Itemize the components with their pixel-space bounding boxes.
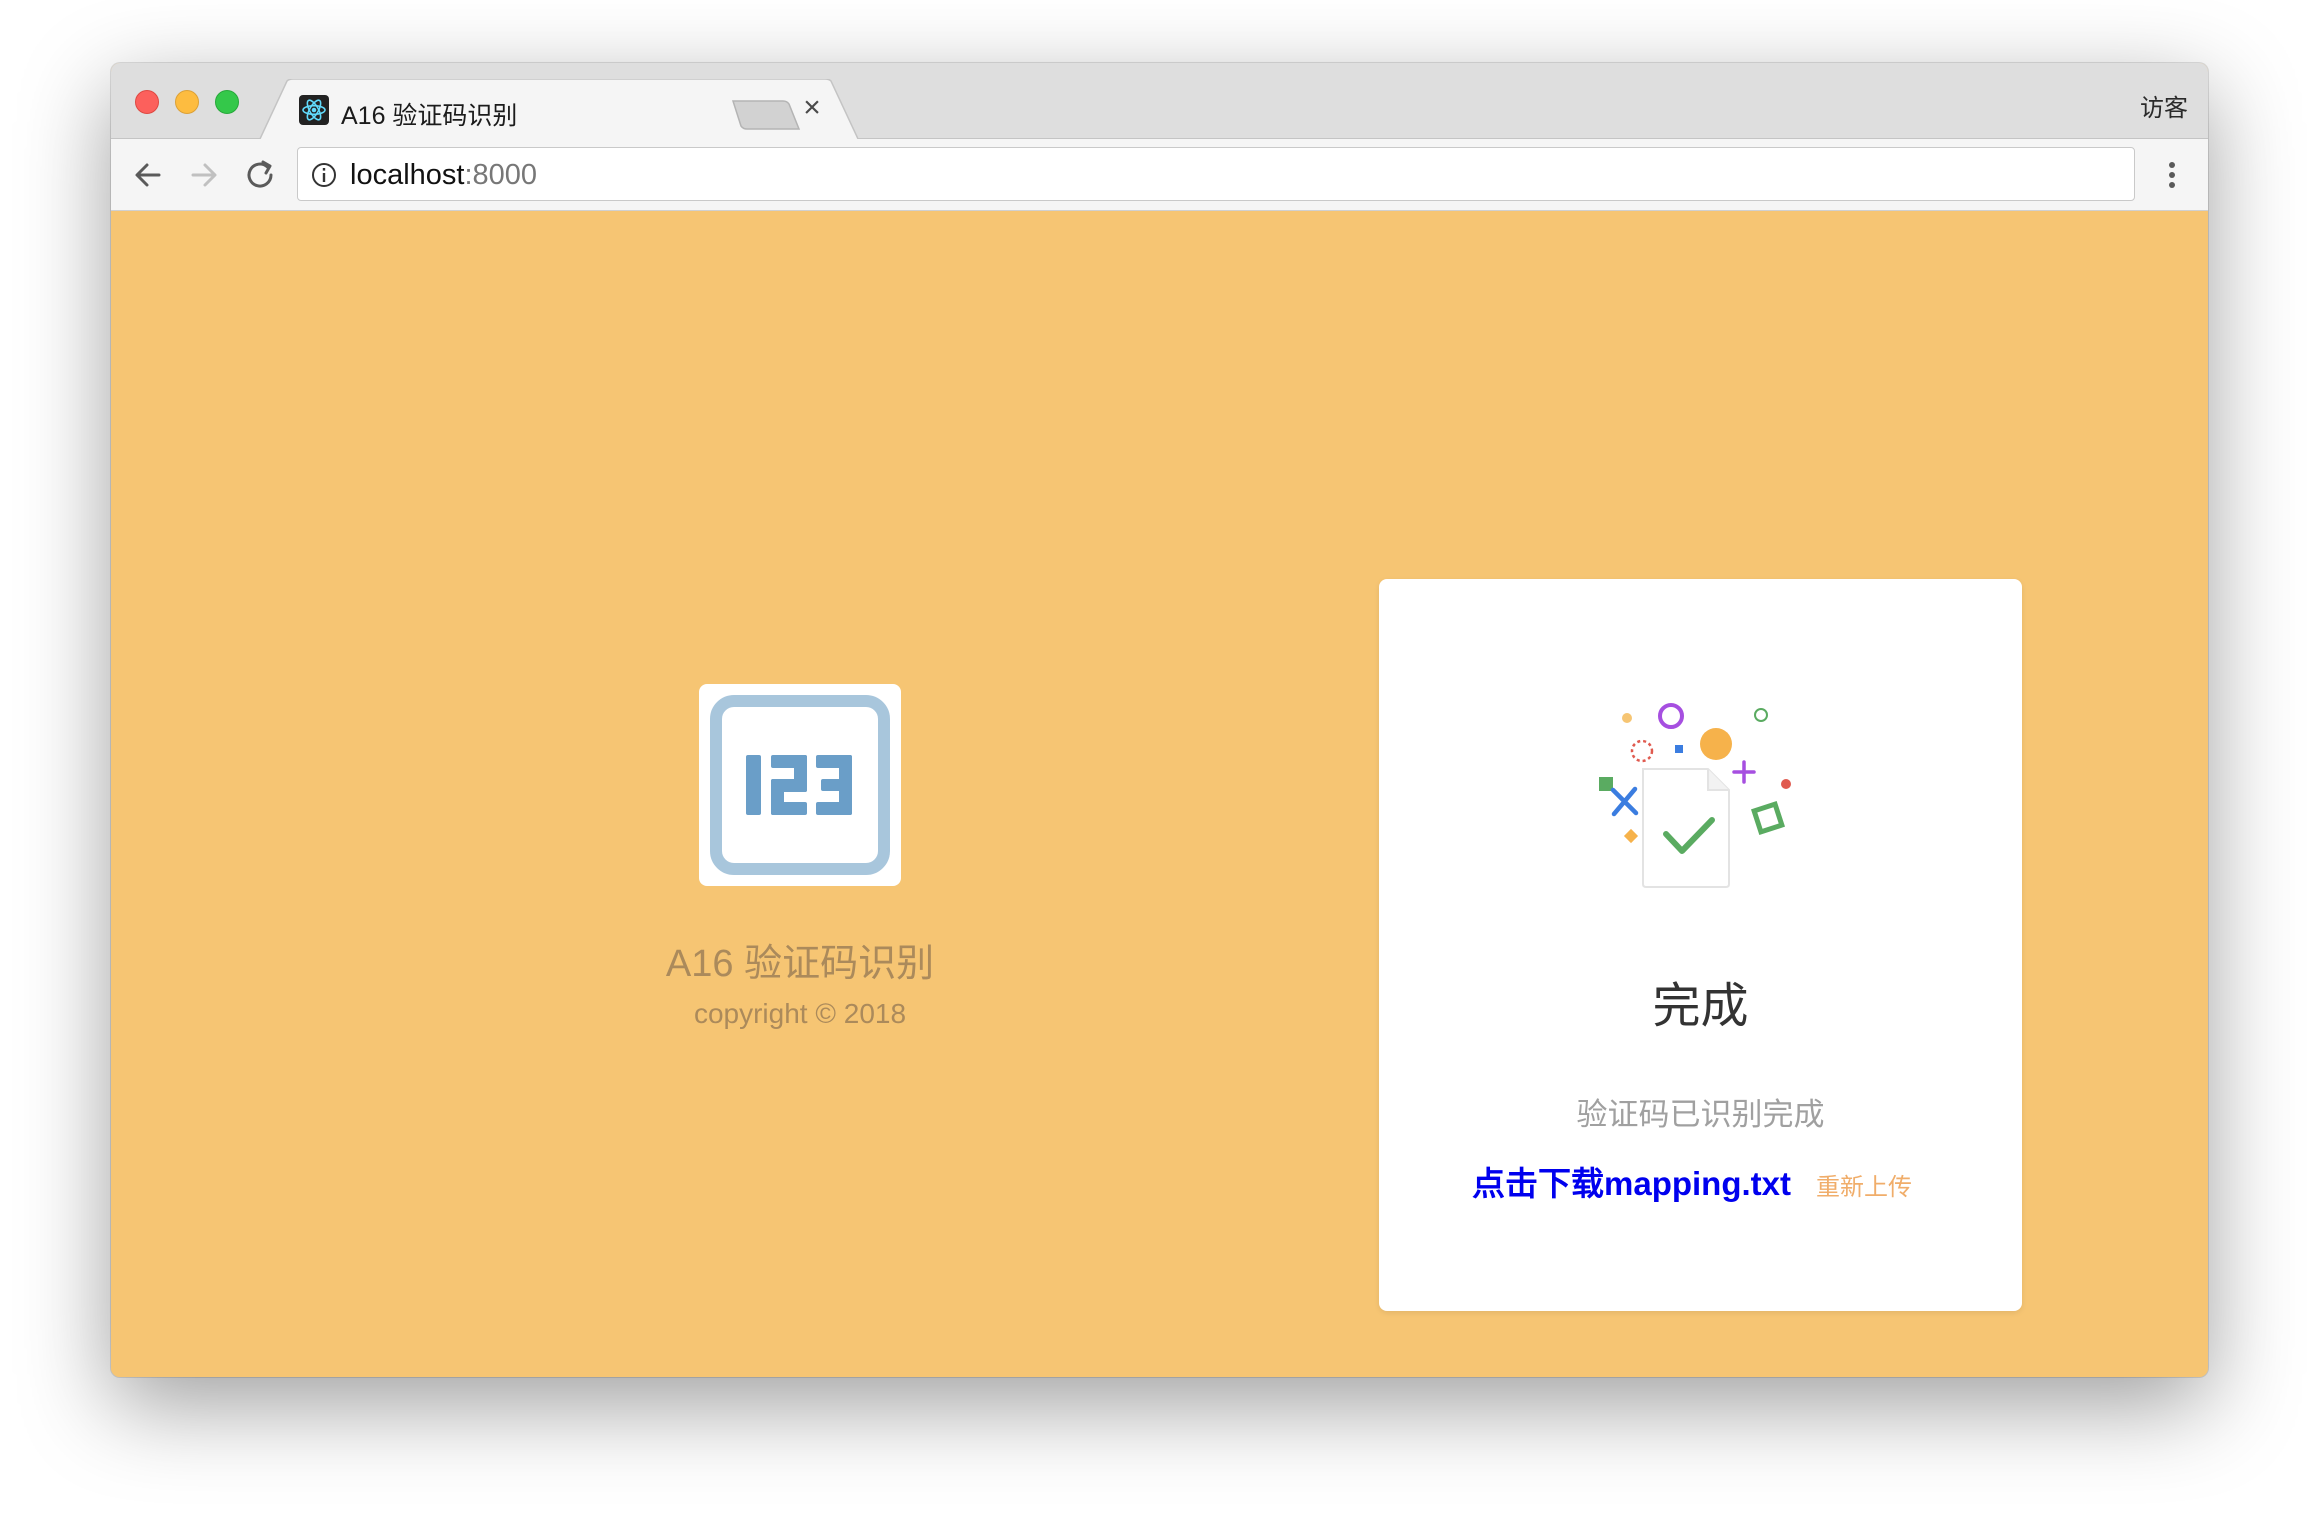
react-atom-icon (299, 95, 329, 125)
reupload-link[interactable]: 重新上传 (1816, 1167, 1912, 1202)
minimize-window-button[interactable] (175, 90, 199, 114)
maximize-window-button[interactable] (215, 90, 239, 114)
reload-icon[interactable] (241, 156, 279, 194)
tab-close-icon[interactable]: × (797, 93, 827, 123)
profile-label[interactable]: 访客 (2140, 88, 2188, 123)
result-card: 完成 验证码已识别完成 点击下载mapping.txt 重新上传 (1379, 579, 2022, 1311)
kebab-menu-icon[interactable] (2154, 157, 2190, 193)
app-logo (699, 684, 901, 886)
new-tab-button[interactable] (731, 97, 801, 133)
document-check-icon (1571, 679, 1831, 929)
url-host: localhost (350, 159, 465, 191)
copyright-text: copyright © 2018 (693, 998, 907, 1029)
browser-window: A16 验证码识别 × 访客 localhost:8000 A16 验证码识别 … (111, 63, 2208, 1377)
download-mapping-link[interactable]: 点击下载mapping.txt (1472, 1157, 1791, 1205)
info-icon[interactable] (310, 161, 338, 189)
url-text[interactable]: localhost:8000 (350, 159, 537, 192)
page-content: A16 验证码识别 copyright © 2018 完成 验证码已识别完成 点… (111, 212, 2208, 1377)
result-title: 完成 (1652, 980, 1749, 1033)
tab-bar: A16 验证码识别 × 访客 (111, 63, 2208, 141)
result-description: 验证码已识别完成 (1576, 1097, 1825, 1132)
arrow-left-icon[interactable] (129, 156, 167, 194)
url-port: :8000 (464, 159, 538, 191)
address-bar[interactable]: localhost:8000 (297, 147, 2135, 201)
app-title: A16 验证码识别 (665, 943, 935, 985)
browser-toolbar: localhost:8000 (111, 139, 2208, 211)
tab-title: A16 验证码识别 (341, 102, 518, 130)
arrow-right-icon[interactable] (185, 156, 223, 194)
close-window-button[interactable] (135, 90, 159, 114)
number-123-icon (710, 695, 890, 875)
